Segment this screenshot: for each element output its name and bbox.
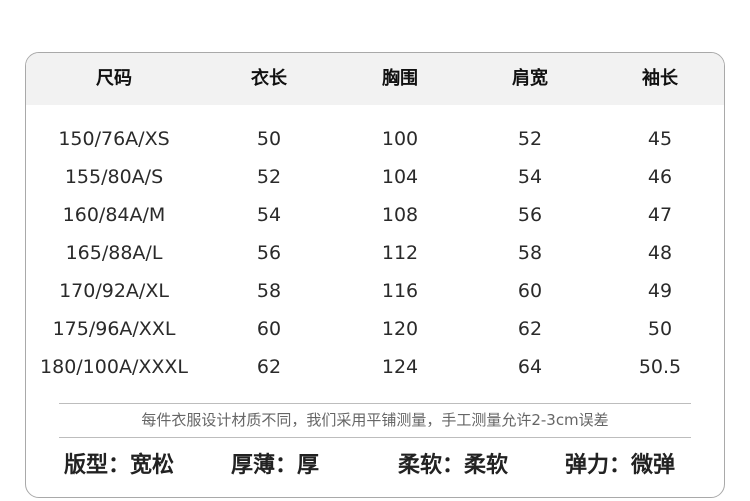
cell-size: 170/92A/XL: [59, 280, 169, 302]
header-length: 衣长: [251, 68, 287, 89]
header-size: 尺码: [96, 68, 132, 89]
table-row: 175/96A/XXL 60 120 62 50: [26, 310, 724, 348]
table-row: 160/84A/M 54 108 56 47: [26, 196, 724, 234]
cell-sleeve: 45: [647, 128, 673, 150]
table-row: 170/92A/XL 58 116 60 49: [26, 272, 724, 310]
cell-sleeve: 50.5: [638, 356, 682, 378]
cell-sleeve: 50: [647, 318, 673, 340]
cell-size: 165/88A/L: [65, 242, 163, 264]
property-elasticity: 弹力：微弹: [565, 453, 676, 478]
cell-size: 150/76A/XS: [58, 128, 170, 150]
property-softness: 柔软：柔软: [398, 453, 509, 478]
table-header: 尺码 衣长 胸围 肩宽 袖长: [26, 53, 724, 105]
header-sleeve: 袖长: [642, 68, 678, 89]
measurement-note: 每件衣服设计材质不同，我们采用平铺测量，手工测量允许2-3cm误差: [141, 411, 609, 429]
cell-size: 155/80A/S: [64, 166, 164, 188]
table-row: 150/76A/XS 50 100 52 45: [26, 120, 724, 158]
cell-size: 160/84A/M: [62, 204, 166, 226]
cell-sleeve: 48: [647, 242, 673, 264]
header-shoulder: 肩宽: [512, 68, 548, 89]
note-bottom-divider: [59, 437, 691, 438]
property-thickness: 厚薄：厚: [231, 453, 320, 478]
header-chest: 胸围: [382, 68, 418, 89]
table-row: 180/100A/XXXL 62 124 64 50.5: [26, 348, 724, 386]
table-row: 165/88A/L 56 112 58 48: [26, 234, 724, 272]
cell-size: 180/100A/XXXL: [40, 356, 188, 378]
size-chart-card: 尺码 衣长 胸围 肩宽 袖长 150/76A/XS 50 100 52 45 1…: [25, 52, 725, 498]
cell-size: 175/96A/XXL: [52, 318, 176, 340]
cell-sleeve: 49: [647, 280, 673, 302]
cell-sleeve: 46: [647, 166, 673, 188]
table-row: 155/80A/S 52 104 54 46: [26, 158, 724, 196]
property-fit: 版型：宽松: [64, 453, 175, 478]
cell-sleeve: 47: [647, 204, 673, 226]
